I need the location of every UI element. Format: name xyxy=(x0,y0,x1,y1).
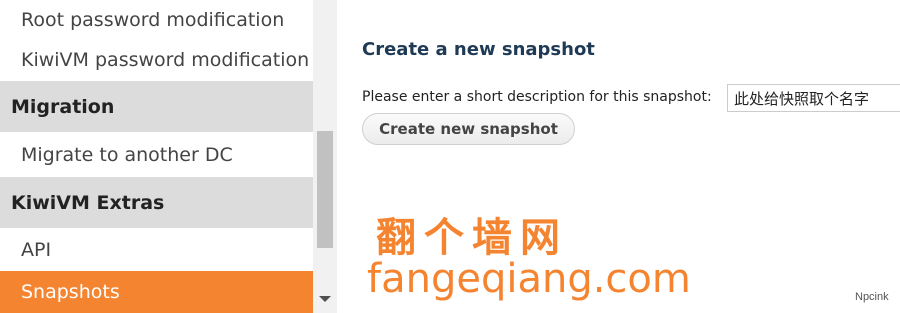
sidebar-item-label: Snapshots xyxy=(21,281,120,303)
scroll-down-arrow-icon[interactable] xyxy=(319,296,331,302)
scrollbar-thumb[interactable] xyxy=(317,131,333,248)
page-title: Create a new snapshot xyxy=(362,39,595,60)
sidebar-item-label: KiwiVM password modification xyxy=(21,48,310,71)
watermark-small: Npcink xyxy=(855,291,889,303)
sidebar-section-label: Migration xyxy=(11,95,115,118)
sidebar-item-label: API xyxy=(21,238,52,261)
sidebar-section-kiwivm-extras: KiwiVM Extras xyxy=(0,177,313,228)
sidebar-section-migration: Migration xyxy=(0,81,313,132)
sidebar-item-kiwivm-password[interactable]: KiwiVM password modification xyxy=(0,39,313,80)
description-label: Please enter a short description for thi… xyxy=(362,89,712,105)
watermark-domain: fangeqiang.com xyxy=(367,256,691,302)
sidebar-item-label: Migrate to another DC xyxy=(21,143,233,166)
create-snapshot-button[interactable]: Create new snapshot xyxy=(362,113,575,145)
sidebar-item-snapshots[interactable]: Snapshots xyxy=(0,271,313,313)
snapshot-description-input[interactable] xyxy=(727,84,900,112)
sidebar-item-label: Root password modification xyxy=(21,8,285,31)
sidebar-scrollbar[interactable] xyxy=(313,0,337,313)
sidebar-item-api[interactable]: API xyxy=(0,229,313,270)
watermark-chinese: 翻个墙网 xyxy=(376,214,568,261)
sidebar-item-migrate-dc[interactable]: Migrate to another DC xyxy=(0,133,313,176)
sidebar: Root password modification KiwiVM passwo… xyxy=(0,0,313,313)
sidebar-section-label: KiwiVM Extras xyxy=(11,191,165,214)
sidebar-item-root-password[interactable]: Root password modification xyxy=(0,0,313,39)
